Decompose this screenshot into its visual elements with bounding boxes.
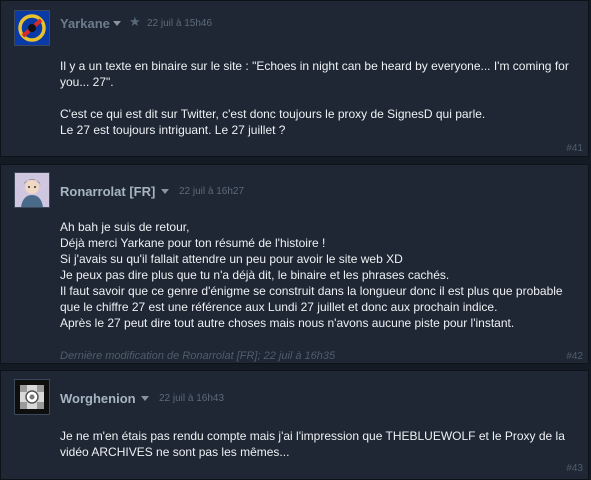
post-date: 22 juil à 15h46 xyxy=(147,18,213,29)
edit-notice: Dernière modification de Ronarrolat [FR]… xyxy=(60,350,336,362)
avatar[interactable] xyxy=(14,10,50,46)
companion-cube-avatar-icon xyxy=(15,380,49,414)
author-name[interactable]: Worghenion xyxy=(60,391,136,406)
post-content: Il y a un texte en binaire sur le site :… xyxy=(60,58,580,138)
no-entry-avatar-icon xyxy=(15,11,49,45)
post-number[interactable]: #43 xyxy=(566,463,583,474)
avatar[interactable] xyxy=(14,172,50,208)
post-paragraph: Il y a un texte en binaire sur le site :… xyxy=(60,59,569,89)
chevron-down-icon[interactable] xyxy=(161,189,169,194)
avatar[interactable] xyxy=(14,379,50,415)
post-number[interactable]: #42 xyxy=(566,351,583,362)
post-content: Je ne m'en étais pas rendu compte mais j… xyxy=(60,428,580,460)
character-avatar-icon xyxy=(15,173,49,207)
author-name[interactable]: Yarkane xyxy=(60,16,110,31)
comment-post: Yarkane ★ 22 juil à 15h46 Il y a un text… xyxy=(0,0,589,157)
post-date: 22 juil à 16h43 xyxy=(159,393,225,404)
post-date: 22 juil à 16h27 xyxy=(179,186,245,197)
author-name[interactable]: Ronarrolat [FR] xyxy=(60,184,155,199)
star-icon: ★ xyxy=(129,14,141,29)
post-paragraph: C'est ce qui est dit sur Twitter, c'est … xyxy=(60,107,486,137)
chevron-down-icon[interactable] xyxy=(141,396,149,401)
comment-post: Ronarrolat [FR] 22 juil à 16h27 Ah bah j… xyxy=(0,164,589,364)
chevron-down-icon[interactable] xyxy=(113,21,121,26)
post-paragraph: Ah bah je suis de retour, Déjà merci Yar… xyxy=(60,220,563,330)
post-number[interactable]: #41 xyxy=(566,143,583,154)
post-paragraph: Je ne m'en étais pas rendu compte mais j… xyxy=(60,429,565,459)
comment-post: Worghenion 22 juil à 16h43 Je ne m'en ét… xyxy=(0,370,589,480)
post-content: Ah bah je suis de retour, Déjà merci Yar… xyxy=(60,219,570,331)
